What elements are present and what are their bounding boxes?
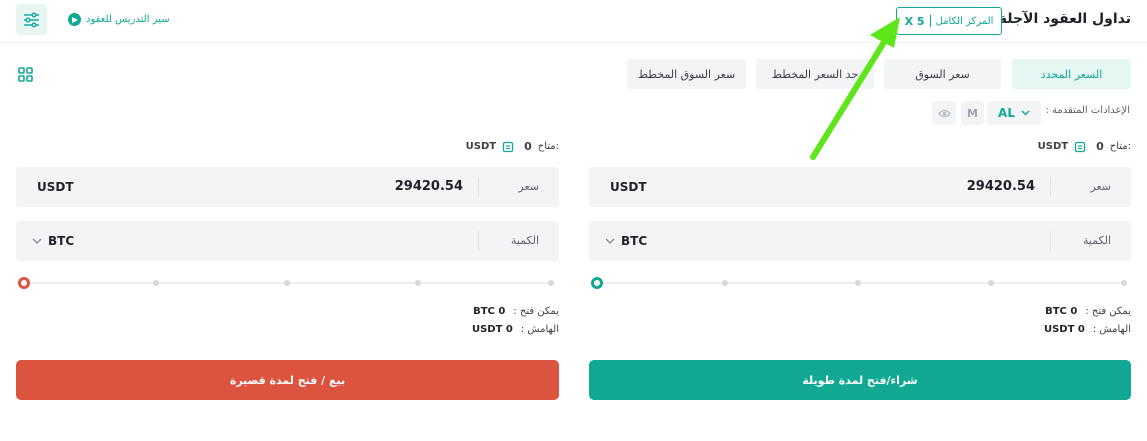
slider-knob[interactable] <box>591 277 603 289</box>
price-unit: USDT <box>37 180 74 194</box>
slider-step-25[interactable] <box>153 280 159 286</box>
quantity-unit: BTC <box>621 234 648 248</box>
available-value: 0 <box>524 140 532 153</box>
margin-value: USDT 0 <box>1043 324 1085 335</box>
available-currency: USDT <box>465 141 497 152</box>
tutorial-label: سير التدريس للعقود <box>86 14 170 25</box>
margin-label: الهامش : <box>520 324 559 335</box>
slider-track <box>597 282 1125 284</box>
advanced-settings-label: الإعدادات المتقدمة : <box>1045 105 1131 116</box>
short-available: USDT 0 متاح: <box>466 140 559 153</box>
tutorial-link[interactable]: سير التدريس للعقود <box>68 13 170 26</box>
short-margin: الهامش : USDT 0 <box>472 324 559 335</box>
price-label: سعر <box>518 180 539 193</box>
slider-step-25[interactable] <box>722 280 728 286</box>
slider-step-100[interactable] <box>548 280 554 286</box>
slider-step-50[interactable] <box>284 280 290 286</box>
slider-step-75[interactable] <box>988 280 994 286</box>
page-title: تداول العقود الآجلة <box>998 11 1131 27</box>
transfer-icon[interactable] <box>1074 141 1086 153</box>
price-input[interactable]: 29420.54 <box>395 167 463 207</box>
transfer-icon[interactable] <box>502 141 514 153</box>
chevron-down-icon <box>32 238 42 244</box>
play-icon <box>68 13 81 26</box>
header-divider <box>0 42 1147 43</box>
margin-value: USDT 0 <box>471 324 513 335</box>
grid-layout-icon[interactable] <box>18 67 33 82</box>
slider-step-75[interactable] <box>415 280 421 286</box>
tab-market-price[interactable]: سعر السوق <box>884 59 1001 89</box>
settings-sliders-icon <box>24 12 39 27</box>
can-open-value: BTC 0 <box>473 306 506 317</box>
slider-step-50[interactable] <box>855 280 861 286</box>
field-divider <box>478 231 479 251</box>
price-unit: USDT <box>610 180 647 194</box>
slider-knob[interactable] <box>18 277 30 289</box>
field-divider <box>1050 231 1051 251</box>
short-quantity-field[interactable]: الكمية BTC <box>16 221 559 261</box>
short-can-open: يمكن فتح : BTC 0 <box>473 306 559 317</box>
sell-short-button[interactable]: بيع / فتح لمدة قصيرة <box>16 360 559 400</box>
long-quantity-slider[interactable] <box>591 277 1131 289</box>
chevron-down-icon <box>605 238 615 244</box>
eye-icon <box>937 109 951 117</box>
long-quantity-field[interactable]: الكمية BTC <box>589 221 1131 261</box>
quantity-unit: BTC <box>48 234 75 248</box>
tab-limit-price[interactable]: السعر المحدد <box>1012 59 1131 89</box>
long-price-field[interactable]: سعر 29420.54 USDT <box>589 167 1131 207</box>
long-available: USDT 0 متاح: <box>1038 140 1131 153</box>
advanced-eye-button[interactable] <box>932 101 956 125</box>
long-can-open: يمكن فتح : BTC 0 <box>1045 306 1131 317</box>
leverage-label: X 5 <box>904 14 925 28</box>
price-label: سعر <box>1090 180 1111 193</box>
pill-divider <box>929 15 931 27</box>
margin-leverage-button[interactable]: المركز الكامل X 5 <box>896 7 1002 35</box>
long-margin: الهامش : USDT 0 <box>1044 324 1131 335</box>
slider-step-100[interactable] <box>1121 280 1127 286</box>
chevron-down-icon <box>1021 110 1030 116</box>
field-divider <box>1050 177 1051 197</box>
available-currency: USDT <box>1037 141 1069 152</box>
buy-long-button[interactable]: شراء/فتح لمدة طويلة <box>589 360 1131 400</box>
quantity-label: الكمية <box>1082 234 1111 247</box>
margin-label: الهامش : <box>1092 324 1131 335</box>
quantity-label: الكمية <box>510 234 539 247</box>
field-divider <box>478 177 479 197</box>
can-open-value: BTC 0 <box>1045 306 1078 317</box>
tab-planned-limit[interactable]: حد السعر المخطط <box>756 59 874 89</box>
available-value: 0 <box>1096 140 1104 153</box>
settings-button[interactable] <box>16 4 47 35</box>
quantity-unit-dropdown[interactable]: BTC <box>605 221 647 261</box>
can-open-label: يمكن فتح : <box>513 306 559 317</box>
available-label: متاح: <box>537 141 559 152</box>
quantity-unit-dropdown[interactable]: BTC <box>32 221 74 261</box>
advanced-m-button[interactable]: M <box>961 101 984 125</box>
short-quantity-slider[interactable] <box>18 277 558 289</box>
tab-planned-market[interactable]: سعر السوق المخطط <box>627 59 746 89</box>
advanced-al-dropdown[interactable]: AL <box>987 101 1041 125</box>
margin-mode-label: المركز الكامل <box>935 15 994 27</box>
advanced-al-label: AL <box>998 106 1015 120</box>
short-price-field[interactable]: سعر 29420.54 USDT <box>16 167 559 207</box>
price-input[interactable]: 29420.54 <box>967 167 1035 207</box>
available-label: متاح: <box>1109 141 1131 152</box>
can-open-label: يمكن فتح : <box>1085 306 1131 317</box>
